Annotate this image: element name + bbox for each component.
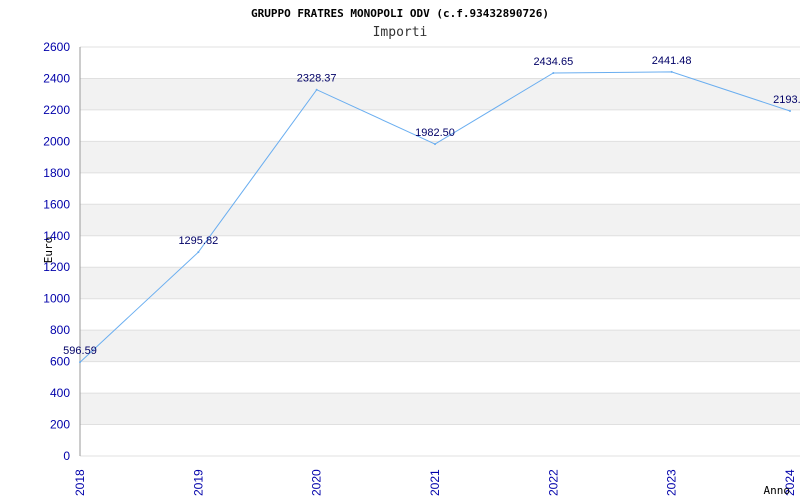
data-label: 1295.82	[178, 235, 218, 247]
y-tick-label: 400	[50, 386, 70, 400]
y-tick-label: 200	[50, 418, 70, 432]
y-tick-label: 800	[50, 323, 70, 337]
y-tick-label: 2400	[43, 71, 70, 85]
data-label: 2193.1	[773, 94, 800, 106]
data-point	[434, 143, 436, 146]
data-point	[552, 72, 555, 75]
y-tick-label: 1800	[43, 166, 70, 180]
y-tick-label: 2600	[43, 40, 70, 54]
y-tick-label: 1600	[43, 197, 70, 211]
data-point	[79, 361, 81, 364]
data-label: 1982.50	[415, 127, 455, 139]
x-axis-label: Anno	[764, 484, 791, 497]
x-tick-labels: 2018 2019 2020 2021 2022 2023 2024	[73, 469, 797, 496]
data-point	[670, 70, 673, 73]
x-tick-label: 2023	[665, 469, 679, 496]
data-label: 2328.37	[297, 73, 337, 85]
y-tick-label: 0	[63, 449, 70, 463]
x-tick-label: 2019	[191, 469, 205, 496]
grid-band	[80, 204, 800, 236]
data-label: 2441.48	[652, 55, 692, 67]
grid-band	[80, 330, 800, 362]
grid-band	[80, 393, 800, 425]
y-axis-label: Euro	[42, 237, 55, 264]
x-tick-label: 2021	[428, 469, 442, 496]
data-label: 596.59	[63, 345, 97, 357]
data-point	[315, 88, 318, 91]
line-chart: 0200400600800100012001400160018002000220…	[42, 40, 800, 497]
x-tick-label: 2020	[310, 469, 324, 496]
data-label: 2434.65	[533, 56, 573, 68]
grid-band	[80, 267, 800, 299]
x-tick-label: 2022	[546, 469, 560, 496]
data-point	[197, 251, 200, 254]
data-point	[789, 110, 791, 113]
grid-band	[80, 141, 800, 173]
y-tick-label: 2200	[43, 103, 70, 117]
grid-band	[80, 78, 800, 110]
y-tick-label: 2000	[43, 134, 70, 148]
x-tick-label: 2018	[73, 469, 87, 496]
y-tick-label: 1000	[43, 292, 70, 306]
